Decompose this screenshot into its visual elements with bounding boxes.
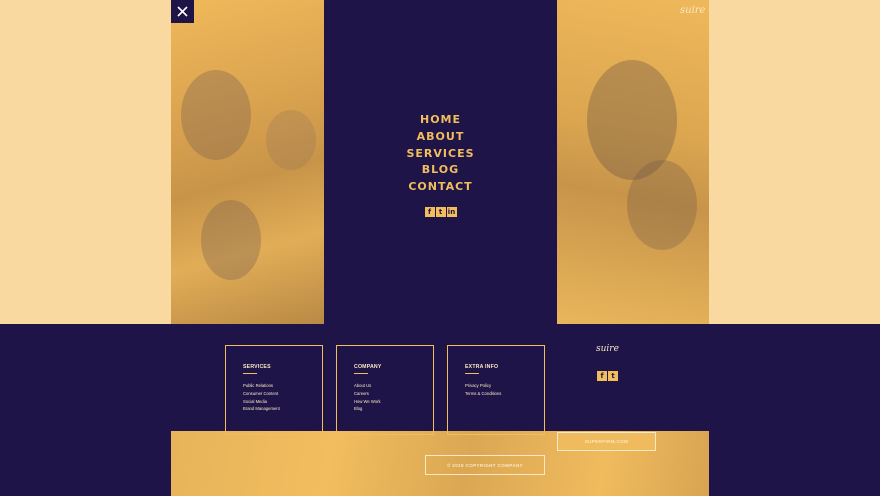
footer-link[interactable]: Privacy Policy bbox=[465, 382, 544, 390]
twitter-icon[interactable]: t bbox=[435, 207, 446, 217]
menu-social: f t in bbox=[324, 207, 557, 217]
facebook-icon[interactable]: f bbox=[424, 207, 435, 217]
footer-column-title: COMPANY bbox=[354, 364, 382, 370]
menu-item-home[interactable]: HOME bbox=[324, 112, 557, 129]
close-button[interactable] bbox=[171, 0, 194, 23]
close-icon bbox=[177, 6, 188, 17]
footer-link[interactable]: Brand Management bbox=[243, 405, 322, 413]
facebook-icon[interactable]: f bbox=[597, 371, 607, 381]
divider bbox=[465, 373, 479, 374]
twitter-icon[interactable]: t bbox=[608, 371, 618, 381]
brand-logo-top[interactable]: suire bbox=[680, 5, 705, 16]
footer-link[interactable]: How We Work bbox=[354, 398, 433, 406]
footer-link[interactable]: About Us bbox=[354, 382, 433, 390]
brand-logo-footer[interactable]: suire bbox=[596, 344, 619, 354]
footer-social: f t bbox=[597, 371, 618, 381]
footer-column-title: SERVICES bbox=[243, 364, 271, 370]
hero-image-right bbox=[557, 0, 709, 324]
footer-column-company: COMPANY About Us Careers How We Work Blo… bbox=[336, 345, 434, 435]
linkedin-icon[interactable]: in bbox=[446, 207, 457, 217]
divider bbox=[243, 373, 257, 374]
main-menu: HOME ABOUT SERVICES BLOG CONTACT bbox=[324, 112, 557, 196]
menu-item-blog[interactable]: BLOG bbox=[324, 162, 557, 179]
hero-image-left bbox=[171, 0, 324, 324]
footer-column-extra-info: EXTRA INFO Privacy Policy Terms & Condit… bbox=[447, 345, 545, 435]
footer-link[interactable]: Social Media bbox=[243, 398, 322, 406]
footer-link[interactable]: Careers bbox=[354, 390, 433, 398]
footer-column-services: SERVICES Public Relations Consumer Conte… bbox=[225, 345, 323, 435]
menu-item-services[interactable]: SERVICES bbox=[324, 146, 557, 163]
footer-link[interactable]: Public Relations bbox=[243, 382, 322, 390]
menu-panel: HOME ABOUT SERVICES BLOG CONTACT f t in bbox=[324, 0, 557, 324]
menu-item-about[interactable]: ABOUT bbox=[324, 129, 557, 146]
copyright: © 2019 COPYRIGHT COMPANY bbox=[425, 455, 545, 475]
footer-link[interactable]: Consumer Content bbox=[243, 390, 322, 398]
divider bbox=[354, 373, 368, 374]
footer-link[interactable]: Terms & Conditions bbox=[465, 390, 544, 398]
menu-item-contact[interactable]: CONTACT bbox=[324, 179, 557, 196]
page: suire HOME ABOUT SERVICES BLOG CONTACT f… bbox=[0, 0, 880, 496]
footer-link[interactable]: Blog bbox=[354, 405, 433, 413]
email-button[interactable]: SUPERFIRM.COM bbox=[557, 432, 656, 451]
footer-column-title: EXTRA INFO bbox=[465, 364, 499, 370]
